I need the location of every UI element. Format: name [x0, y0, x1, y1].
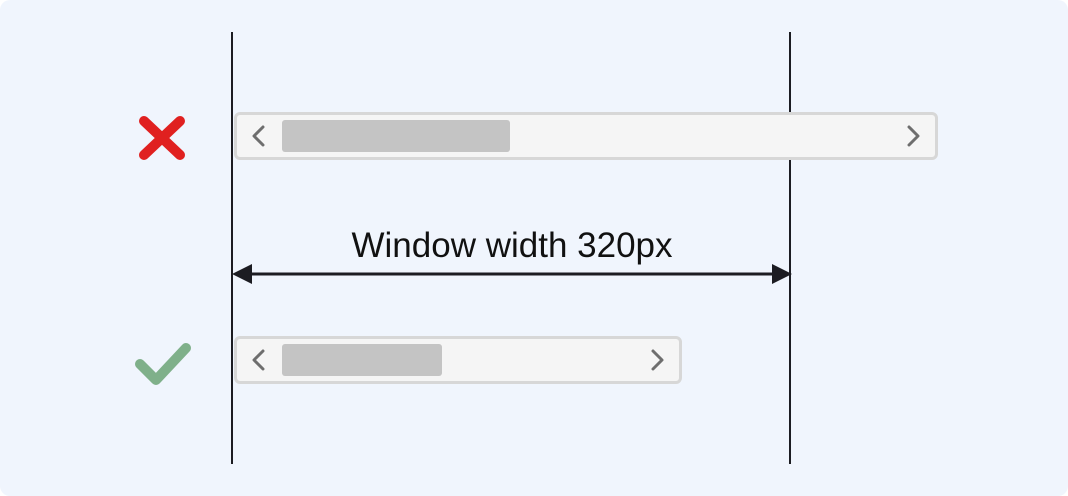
diagram-canvas: Window width 320px — [0, 0, 1068, 496]
cross-icon — [138, 115, 186, 161]
scrollbar-thumb[interactable] — [282, 120, 510, 152]
chevron-right-icon[interactable] — [903, 124, 923, 148]
chevron-right-icon[interactable] — [647, 348, 667, 372]
horizontal-scrollbar-fits — [234, 336, 682, 384]
width-measure-arrow — [232, 260, 792, 288]
chevron-left-icon[interactable] — [249, 124, 269, 148]
scrollbar-thumb[interactable] — [282, 344, 442, 376]
checkmark-icon — [132, 340, 192, 388]
horizontal-scrollbar-too-wide — [234, 112, 938, 160]
chevron-left-icon[interactable] — [249, 348, 269, 372]
